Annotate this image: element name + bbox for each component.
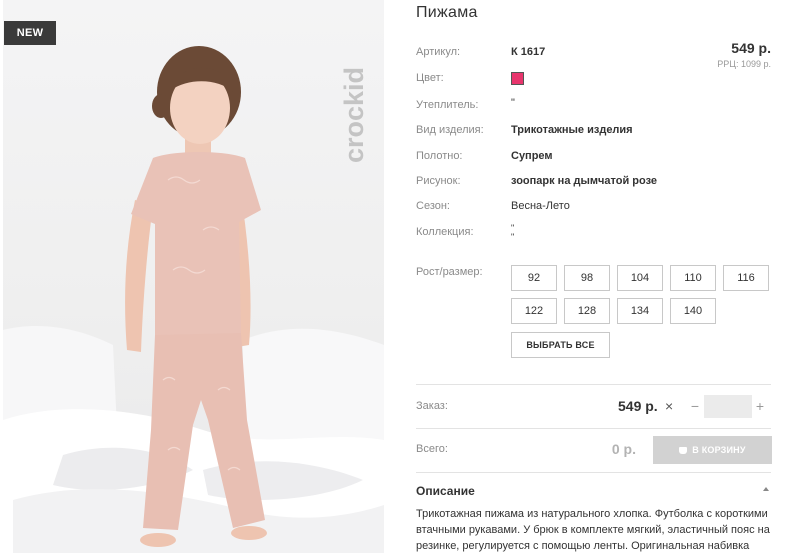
size-option-140[interactable]: 140 bbox=[670, 298, 716, 324]
divider bbox=[416, 472, 771, 473]
brand-logo: crockid bbox=[334, 20, 374, 163]
select-all-sizes-button[interactable]: ВЫБРАТЬ ВСЕ bbox=[511, 332, 610, 358]
color-swatch[interactable] bbox=[511, 72, 524, 85]
size-option-134[interactable]: 134 bbox=[617, 298, 663, 324]
attr-value-season: Весна-Лето bbox=[511, 200, 570, 212]
attr-label-print: Рисунок: bbox=[416, 175, 461, 187]
product-price: 549 р. bbox=[731, 40, 771, 56]
add-to-cart-label: В КОРЗИНУ bbox=[692, 445, 746, 455]
order-label: Заказ: bbox=[416, 400, 448, 412]
attr-label-product-type: Вид изделия: bbox=[416, 124, 484, 136]
attr-label-color: Цвет: bbox=[416, 72, 444, 84]
attr-value-print: зоопарк на дымчатой розе bbox=[511, 175, 658, 187]
total-label: Всего: bbox=[416, 443, 448, 455]
attr-value-insulation: " bbox=[511, 97, 515, 109]
quantity-increase-button[interactable]: + bbox=[754, 396, 766, 416]
size-option-98[interactable]: 98 bbox=[564, 265, 610, 291]
add-to-cart-button[interactable]: В КОРЗИНУ bbox=[653, 436, 772, 464]
attr-label-fabric: Полотно: bbox=[416, 150, 463, 162]
collapse-caret-icon[interactable] bbox=[763, 487, 769, 491]
attr-value-collection: " " bbox=[511, 223, 515, 242]
brand-logo-text: crockid bbox=[339, 66, 369, 163]
size-option-122[interactable]: 122 bbox=[511, 298, 557, 324]
size-option-92[interactable]: 92 bbox=[511, 265, 557, 291]
sizes-label: Рост/размер: bbox=[416, 266, 483, 278]
quantity-decrease-button[interactable]: − bbox=[689, 396, 701, 416]
quantity-input[interactable] bbox=[704, 395, 752, 418]
product-photo[interactable]: NEW crockid bbox=[3, 0, 384, 553]
attr-label-season: Сезон: bbox=[416, 200, 450, 212]
attr-value-fabric: Супрем bbox=[511, 150, 553, 162]
divider bbox=[416, 384, 771, 385]
attr-label-article: Артикул: bbox=[416, 46, 461, 58]
size-option-104[interactable]: 104 bbox=[617, 265, 663, 291]
attr-value-product-type: Трикотажные изделия bbox=[511, 124, 633, 136]
child-in-pajamas-image bbox=[3, 46, 384, 553]
attr-value-article: К 1617 bbox=[511, 46, 546, 58]
order-unit-price: 549 р. bbox=[618, 398, 658, 414]
description-title[interactable]: Описание bbox=[416, 484, 475, 498]
divider bbox=[416, 428, 771, 429]
times-icon: × bbox=[665, 398, 674, 414]
cart-icon bbox=[679, 447, 688, 454]
size-option-128[interactable]: 128 bbox=[564, 298, 610, 324]
attr-label-insulation: Утеплитель: bbox=[416, 99, 479, 111]
description-text: Трикотажная пижама из натурального хлопк… bbox=[416, 508, 770, 552]
size-option-116[interactable]: 116 bbox=[723, 265, 769, 291]
total-value: 0 р. bbox=[611, 441, 636, 457]
recommended-retail-price: РРЦ: 1099 р. bbox=[717, 59, 771, 69]
attr-label-collection: Коллекция: bbox=[416, 226, 474, 238]
size-option-110[interactable]: 110 bbox=[670, 265, 716, 291]
new-badge: NEW bbox=[4, 21, 56, 45]
product-title: Пижама bbox=[416, 4, 478, 21]
